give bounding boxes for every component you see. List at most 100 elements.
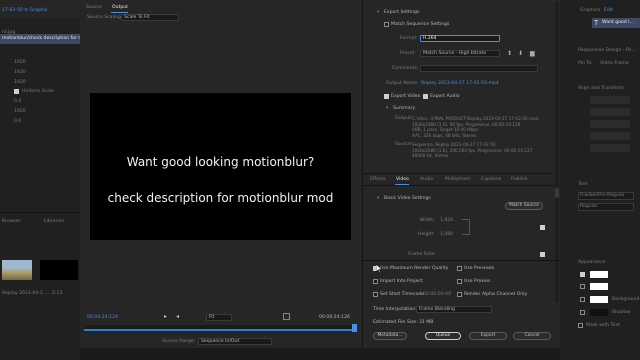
preview-line-2: check description for motionblur mod xyxy=(107,191,334,205)
mark-out-icon[interactable]: ◂ xyxy=(176,313,179,320)
use-previews-checkbox[interactable] xyxy=(457,266,462,271)
source-summary-2: 48000 Hz, Stereo xyxy=(412,153,449,158)
file-size-label: Estimated File Size: xyxy=(373,320,418,325)
tab-captions[interactable]: Captions xyxy=(481,177,501,183)
fill-checkbox[interactable] xyxy=(580,272,585,277)
collapse-video-icon[interactable]: ▾ xyxy=(377,196,379,202)
prop-5: 1920 xyxy=(14,109,26,114)
thumb-caption-0: Replay 2023-04-2 … xyxy=(2,291,49,296)
align-transform: Align and Transform xyxy=(578,86,624,91)
cancel-button[interactable]: Cancel xyxy=(513,332,551,340)
background-checkbox[interactable] xyxy=(580,297,585,302)
match-source-button[interactable]: Match Source xyxy=(505,202,543,210)
tab-output[interactable]: Output xyxy=(112,5,128,11)
text-section: Text xyxy=(578,182,588,187)
font-style-value[interactable]: Regular xyxy=(580,204,598,210)
queue-button[interactable]: Queue xyxy=(425,332,461,340)
import-project-label: Import Into Project xyxy=(380,279,423,284)
export-audio-label: Export Audio xyxy=(430,94,460,99)
bin-tab-browser[interactable]: Browser xyxy=(2,219,21,225)
prop-0: 1920 xyxy=(14,60,26,65)
height-value[interactable]: 1,080 xyxy=(440,232,453,238)
delete-preset-icon[interactable]: ▆ xyxy=(530,50,535,57)
mask-label: Mask with Text xyxy=(586,323,620,328)
basic-video-settings: Basic Video Settings xyxy=(384,196,431,201)
tab-publish[interactable]: Publish xyxy=(511,177,527,183)
output-summary-label: Output: xyxy=(395,116,413,121)
stroke-swatch[interactable] xyxy=(590,283,608,290)
playhead[interactable] xyxy=(352,324,357,332)
use-proxies-checkbox[interactable] xyxy=(457,279,462,284)
text-layer-name[interactable]: Want good l… xyxy=(602,20,634,26)
background-label: Background xyxy=(612,297,640,302)
tab-source[interactable]: Source xyxy=(86,5,102,11)
frame-rate-match-checkbox[interactable] xyxy=(540,252,545,257)
tab-video[interactable]: Video xyxy=(396,177,409,183)
output-summary-3: AAC, 320 kbps, 48 kHz, Stereo xyxy=(412,132,477,138)
uniform-scale-checkbox[interactable] xyxy=(14,89,19,94)
tab-effects[interactable]: Effects xyxy=(370,177,386,183)
shadow-swatch[interactable] xyxy=(590,309,608,316)
width-value[interactable]: 1,920 xyxy=(440,218,453,224)
font-family-value[interactable]: FrankenPro-Regular xyxy=(580,193,625,199)
pin-to-value[interactable]: Video Frame xyxy=(600,61,629,67)
export-settings-header: Export Settings xyxy=(384,10,420,15)
height-label: Height: xyxy=(418,232,435,237)
settings-scrollbar[interactable] xyxy=(555,188,559,198)
text-layer-icon: T xyxy=(594,19,599,27)
bin-tab-libraries[interactable]: Libraries xyxy=(44,219,64,225)
work-area-bar[interactable] xyxy=(84,329,356,331)
use-previews-label: Use Previews xyxy=(464,266,495,271)
sequence-title: 17-02-50 ≡ Graphic xyxy=(2,8,48,13)
file-size-value: 31 MB xyxy=(419,320,434,325)
match-sequence-label: Match Sequence Settings xyxy=(391,22,450,27)
start-timecode-value[interactable]: 00:00:00:00 xyxy=(423,292,451,298)
match-sequence-checkbox[interactable] xyxy=(384,22,389,27)
right-tab-graphics[interactable]: Graphics xyxy=(580,8,600,14)
metadata-button[interactable]: Metadata... xyxy=(373,332,407,340)
link-dimensions-icon[interactable] xyxy=(462,219,470,235)
save-preset-icon[interactable]: ⬆ xyxy=(507,50,512,57)
clip-thumbnail[interactable] xyxy=(2,260,32,280)
start-timecode-checkbox[interactable] xyxy=(373,292,378,297)
source-scaling-label: Source Scaling: xyxy=(87,15,123,20)
tab-multiplexer[interactable]: Multiplexer xyxy=(445,177,470,183)
pin-to-label: Pin To: xyxy=(578,61,593,66)
export-audio-checkbox[interactable] xyxy=(423,94,428,99)
width-match-checkbox[interactable] xyxy=(540,225,545,230)
fill-swatch[interactable] xyxy=(590,271,608,278)
graphics-panel-background: Graphics Edit T Want good l… Responsive … xyxy=(560,0,640,360)
preview-line-1: Want good looking motionblur? xyxy=(126,155,315,169)
output-name-label: Output Name: xyxy=(386,81,419,86)
right-tab-edit[interactable]: Edit xyxy=(604,8,613,14)
prop-2: 1920 xyxy=(14,80,26,85)
export-video-checkbox[interactable] xyxy=(384,94,389,99)
output-name-link[interactable]: Replay 2023-04-27 17-02-50.mp4 xyxy=(421,81,499,87)
import-project-checkbox[interactable] xyxy=(373,279,378,284)
output-preview: Want good looking motionblur? check desc… xyxy=(90,93,351,240)
export-button[interactable]: Export xyxy=(469,332,507,340)
render-alpha-label: Render Alpha Channel Only xyxy=(464,292,528,297)
preset-value: Match Source - High bitrate xyxy=(423,51,487,56)
collapse-summary-icon[interactable]: ▾ xyxy=(386,106,388,112)
aspect-icon[interactable] xyxy=(283,313,290,320)
background-swatch[interactable] xyxy=(590,296,608,303)
timecode-in[interactable]: 00:00:24:124 xyxy=(87,315,118,321)
import-preset-icon[interactable]: ⬇ xyxy=(518,50,523,57)
collapse-export-icon[interactable]: ▾ xyxy=(377,10,379,16)
project-panel-background: 17-02-50 ≡ Graphic rd.jpg motionblur/che… xyxy=(0,0,112,360)
mark-in-icon[interactable]: ▸ xyxy=(164,313,167,320)
frame-rate-label: Frame Rate: xyxy=(408,252,436,257)
width-label: Width: xyxy=(420,218,435,223)
thumb-caption-1: 2:13 xyxy=(52,291,63,296)
comments-input[interactable] xyxy=(420,65,538,72)
tab-audio[interactable]: Audio xyxy=(420,177,433,183)
stroke-checkbox[interactable] xyxy=(580,284,585,289)
mask-checkbox[interactable] xyxy=(578,323,583,328)
render-alpha-checkbox[interactable] xyxy=(457,292,462,297)
shadow-checkbox[interactable] xyxy=(580,310,585,315)
sequence-thumbnail[interactable] xyxy=(40,260,78,280)
preset-label: Preset: xyxy=(400,51,416,56)
use-proxies-label: Use Proxies xyxy=(464,279,491,284)
prop-4: 0.0 xyxy=(14,99,22,104)
